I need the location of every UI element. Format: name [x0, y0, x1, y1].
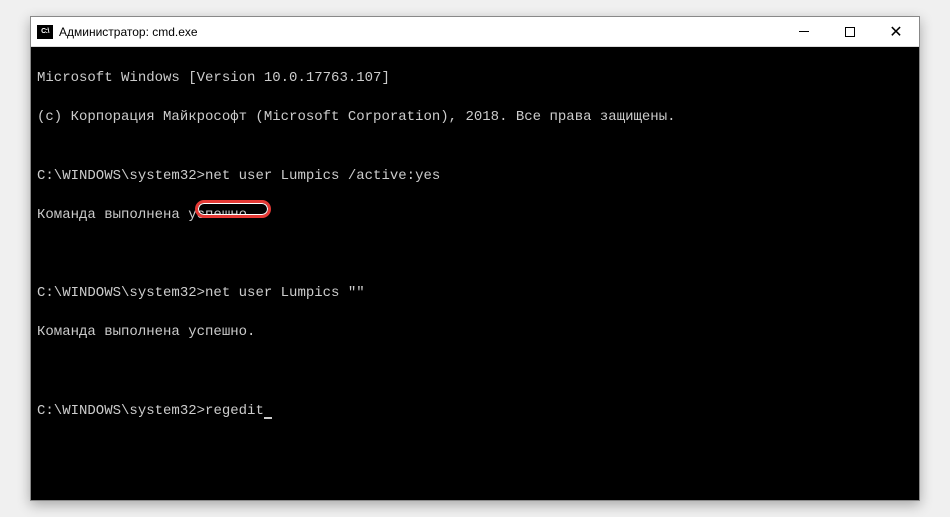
current-command: regedit [205, 403, 264, 419]
titlebar[interactable]: C:\ Администратор: cmd.exe ✕ [31, 17, 919, 47]
command-text: net user Lumpics "" [205, 285, 365, 301]
console-area[interactable]: Microsoft Windows [Version 10.0.17763.10… [31, 47, 919, 500]
maximize-button[interactable] [827, 17, 873, 46]
version-line: Microsoft Windows [Version 10.0.17763.10… [37, 69, 913, 89]
minimize-icon [799, 31, 809, 32]
result-line-2: Команда выполнена успешно. [37, 323, 913, 343]
command-line-2: C:\WINDOWS\system32>net user Lumpics "" [37, 284, 913, 304]
result-line-1: Команда выполнена успешно. [37, 206, 913, 226]
prompt-path-part1: C:\WINDOWS\system3 [37, 403, 188, 419]
current-command-line: C:\WINDOWS\system32>regedit [37, 402, 913, 422]
cmd-window: C:\ Администратор: cmd.exe ✕ Microsoft W… [30, 16, 920, 501]
command-line-1: C:\WINDOWS\system32>net user Lumpics /ac… [37, 167, 913, 187]
close-button[interactable]: ✕ [873, 17, 919, 46]
prompt-path: C:\WINDOWS\system32> [37, 168, 205, 184]
copyright-line: (c) Корпорация Майкрософт (Microsoft Cor… [37, 108, 913, 128]
window-title: Администратор: cmd.exe [59, 25, 781, 39]
window-controls: ✕ [781, 17, 919, 46]
cmd-icon: C:\ [37, 25, 53, 39]
prompt-path: C:\WINDOWS\system32> [37, 285, 205, 301]
minimize-button[interactable] [781, 17, 827, 46]
maximize-icon [845, 27, 855, 37]
command-text: net user Lumpics /active:yes [205, 168, 440, 184]
prompt-path-part2: 2> [188, 403, 205, 419]
close-icon: ✕ [889, 22, 902, 42]
cursor [264, 417, 272, 419]
